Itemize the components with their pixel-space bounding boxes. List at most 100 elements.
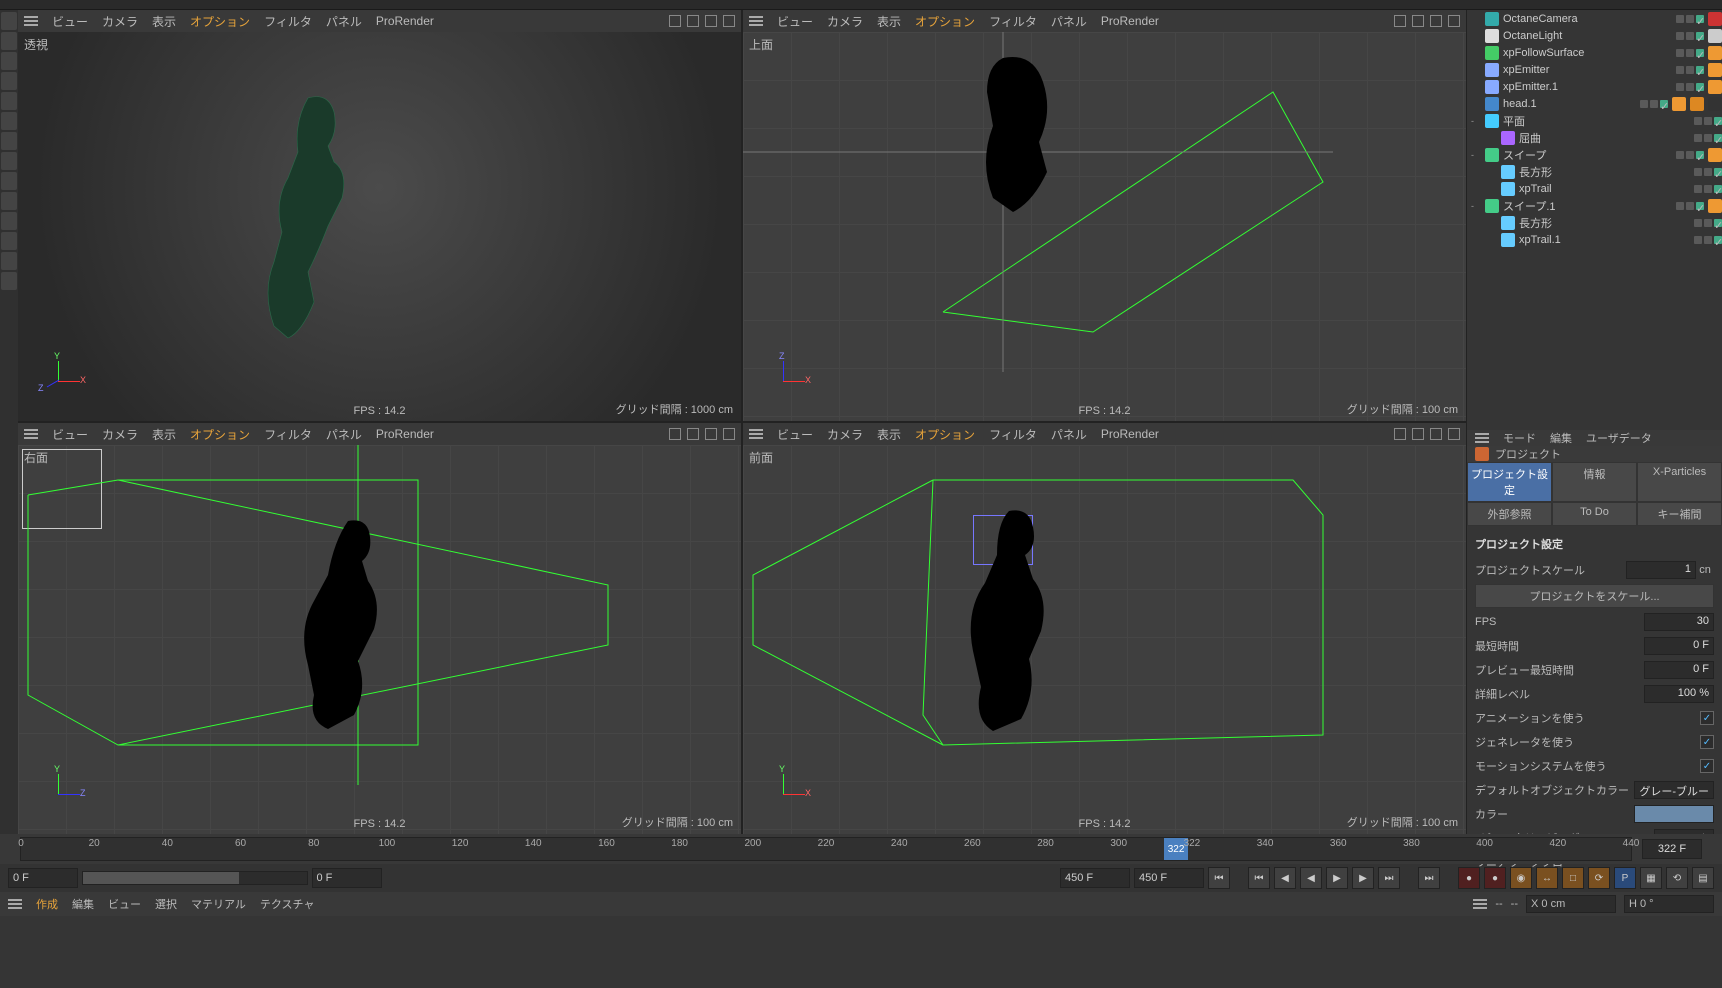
object-name[interactable]: xpTrail (1519, 183, 1690, 195)
menu-filter[interactable]: フィルタ (264, 13, 312, 30)
object-tag-icon[interactable] (1672, 97, 1686, 111)
goto-end-button[interactable]: ⏭ (1418, 867, 1440, 889)
object-row[interactable]: 長方形✓ (1467, 214, 1722, 231)
object-name[interactable]: 長方形 (1519, 164, 1690, 180)
nav-icon[interactable] (687, 15, 699, 27)
tool-icon[interactable] (1, 72, 17, 90)
play-button[interactable]: ▶ (1326, 867, 1348, 889)
object-tag-icon[interactable] (1708, 29, 1722, 43)
object-name[interactable]: xpEmitter (1503, 64, 1672, 76)
object-tag-icon[interactable] (1708, 199, 1722, 213)
object-name[interactable]: head.1 (1503, 98, 1636, 110)
menu-display[interactable]: 表示 (877, 13, 901, 30)
visibility-dots[interactable]: ✓ (1694, 219, 1722, 227)
menu-material[interactable]: マテリアル (191, 896, 246, 912)
key-pos-button[interactable]: ↔ (1536, 867, 1558, 889)
visibility-dots[interactable]: ✓ (1676, 15, 1704, 23)
menu-filter[interactable]: フィルタ (989, 13, 1037, 30)
tool-icon[interactable] (1, 172, 17, 190)
viewport-canvas[interactable]: 右面 ZY FPS : 14.2 グリッド間隔 : 100 cm (18, 445, 741, 834)
object-name[interactable]: OctaneCamera (1503, 13, 1672, 25)
object-tag-icon[interactable] (1708, 63, 1722, 77)
hamburger-icon[interactable] (24, 16, 38, 26)
step-fwd-button[interactable]: ▶ (1352, 867, 1374, 889)
hamburger-icon[interactable] (8, 899, 22, 909)
timeline-ruler[interactable]: 322 020406080100120140160180200220240260… (0, 834, 1722, 864)
visibility-dots[interactable]: ✓ (1694, 236, 1722, 244)
field-preview-min[interactable]: 0 F (1644, 661, 1714, 679)
field-h[interactable]: H 0 ° (1624, 895, 1714, 913)
menu-options[interactable]: オプション (915, 13, 975, 30)
object-name[interactable]: 屈曲 (1519, 130, 1690, 146)
object-tag-icon[interactable] (1708, 148, 1722, 162)
nav-icon[interactable] (1448, 15, 1460, 27)
field-min-time[interactable]: 0 F (1644, 637, 1714, 655)
menu-view[interactable]: ビュー (108, 896, 141, 912)
twisty-icon[interactable]: - (1471, 150, 1481, 160)
object-row[interactable]: OctaneCamera ✓ (1467, 10, 1722, 27)
menu-display[interactable]: 表示 (152, 426, 176, 443)
object-name[interactable]: xpEmitter.1 (1503, 81, 1672, 93)
menu-prorender[interactable]: ProRender (376, 427, 434, 441)
visibility-dots[interactable]: ✓ (1676, 83, 1704, 91)
visibility-dots[interactable]: ✓ (1676, 202, 1704, 210)
nav-icon[interactable] (1448, 428, 1460, 440)
object-name[interactable]: xpTrail.1 (1519, 234, 1690, 246)
menu-panel[interactable]: パネル (1051, 13, 1087, 30)
visibility-dots[interactable]: ✓ (1640, 100, 1668, 108)
menu-panel[interactable]: パネル (326, 13, 362, 30)
object-name[interactable]: スイープ (1503, 147, 1672, 163)
menu-filter[interactable]: フィルタ (989, 426, 1037, 443)
menu-options[interactable]: オプション (915, 426, 975, 443)
play-back-button[interactable]: ◀ (1300, 867, 1322, 889)
menu-options[interactable]: オプション (190, 426, 250, 443)
object-name[interactable]: OctaneLight (1503, 30, 1672, 42)
key-options-button[interactable]: ◉ (1510, 867, 1532, 889)
step-back-button[interactable]: ◀ (1274, 867, 1296, 889)
nav-icon[interactable] (669, 15, 681, 27)
nav-icon[interactable] (1430, 15, 1442, 27)
menu-texture[interactable]: テクスチャ (260, 896, 315, 912)
object-row[interactable]: OctaneLight✓ (1467, 27, 1722, 44)
goto-start-button[interactable]: ⏮ (1208, 867, 1230, 889)
key-param-button[interactable]: P (1614, 867, 1636, 889)
field-end-frame-2[interactable]: 450 F (1134, 868, 1204, 888)
nav-icon[interactable] (1394, 428, 1406, 440)
object-row[interactable]: xpFollowSurface✓ (1467, 44, 1722, 61)
menu-display[interactable]: 表示 (152, 13, 176, 30)
object-name[interactable]: xpFollowSurface (1503, 47, 1672, 59)
object-row[interactable]: xpEmitter.1 ✓ (1467, 78, 1722, 95)
menu-panel[interactable]: パネル (1051, 426, 1087, 443)
viewport-canvas[interactable]: 透視 XYZ FPS : 14.2 グリッド間隔 : 1000 cm (18, 32, 741, 421)
menu-create[interactable]: 作成 (36, 896, 58, 912)
twisty-icon[interactable]: - (1471, 201, 1481, 211)
nav-icon[interactable] (1430, 428, 1442, 440)
menu-view[interactable]: ビュー (777, 426, 813, 443)
object-tag-icon[interactable] (1708, 46, 1722, 60)
nav-icon[interactable] (669, 428, 681, 440)
nav-icon[interactable] (1394, 15, 1406, 27)
visibility-dots[interactable]: ✓ (1676, 151, 1704, 159)
tool-icon[interactable] (1, 252, 17, 270)
menu-edit[interactable]: 編集 (1550, 430, 1572, 446)
object-tag-icon[interactable] (1708, 80, 1722, 94)
tool-icon[interactable] (1, 132, 17, 150)
tool-icon[interactable] (1, 112, 17, 130)
menu-camera[interactable]: カメラ (102, 426, 138, 443)
nav-icon[interactable] (687, 428, 699, 440)
tab-info[interactable]: 情報 (1552, 462, 1637, 502)
object-row[interactable]: - スイープ ✓ (1467, 146, 1722, 163)
button-scale-project[interactable]: プロジェクトをスケール... (1475, 584, 1714, 608)
menu-mode[interactable]: モード (1503, 430, 1536, 446)
nav-icon[interactable] (1412, 428, 1424, 440)
menu-edit[interactable]: 編集 (72, 896, 94, 912)
tool-icon[interactable] (1, 212, 17, 230)
visibility-dots[interactable]: ✓ (1676, 66, 1704, 74)
menu-userdata[interactable]: ユーザデータ (1586, 430, 1652, 446)
dropdown-default-color[interactable]: グレー-ブルー (1634, 781, 1714, 799)
tool-icon[interactable] (1, 192, 17, 210)
checkbox-use-gen[interactable]: ✓ (1700, 735, 1714, 749)
object-row[interactable]: xpTrail✓ (1467, 180, 1722, 197)
object-tag-icon[interactable] (1708, 97, 1722, 111)
menu-camera[interactable]: カメラ (827, 13, 863, 30)
